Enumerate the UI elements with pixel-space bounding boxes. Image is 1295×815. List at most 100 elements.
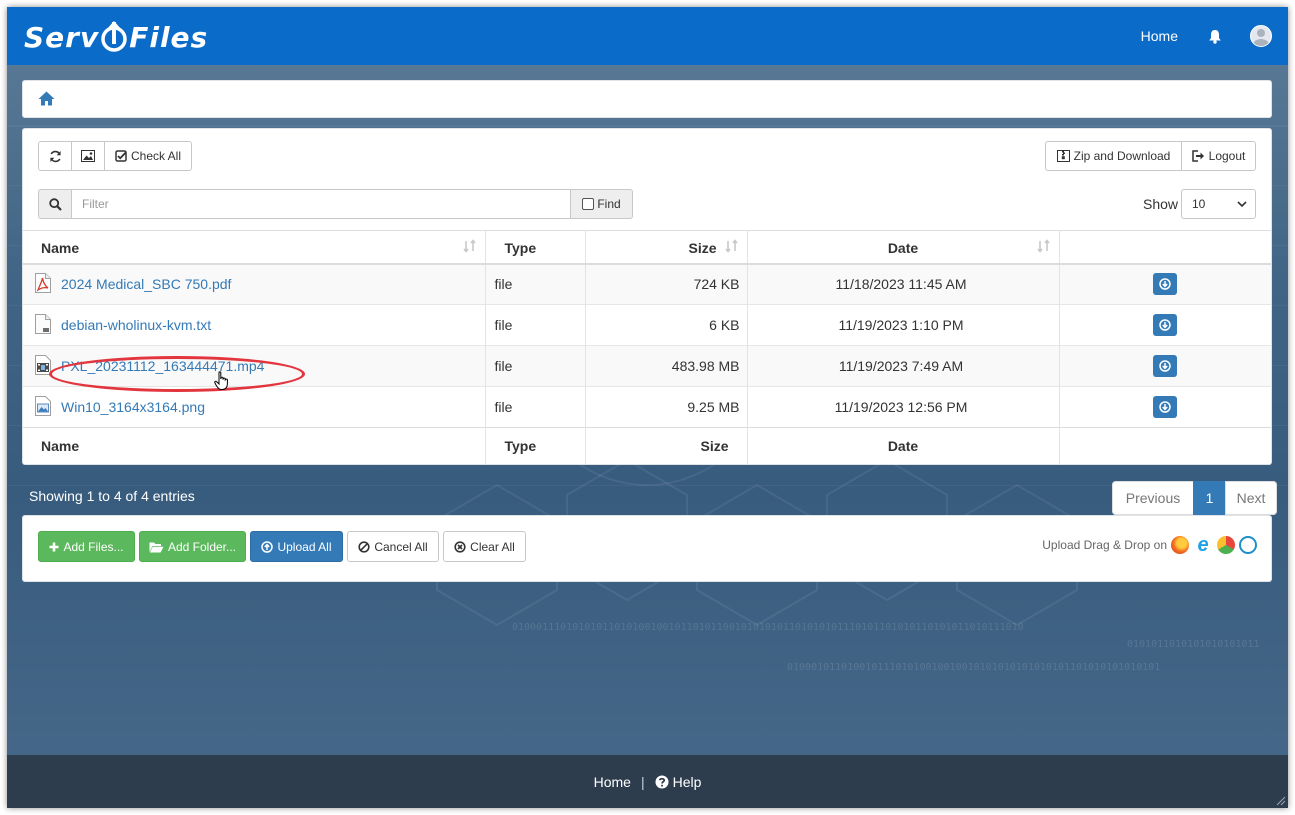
file-date-cell: 11/18/2023 11:45 AM (747, 263, 1060, 305)
date-header-label: Date (887, 240, 919, 257)
size-header-label: Size (688, 240, 717, 257)
sort-icon (1036, 239, 1050, 253)
add-files-label: Add Files... (63, 539, 124, 554)
column-header-actions (1059, 230, 1271, 265)
show-label: Show (1143, 196, 1179, 212)
file-link[interactable]: Win10_3164x3164.png (61, 399, 205, 415)
file-link[interactable]: 2024 Medical_SBC 750.pdf (61, 276, 231, 292)
upload-all-button[interactable]: Upload All (250, 531, 343, 562)
checkbox-checked-icon (115, 150, 127, 162)
svg-text:0101011010101010101011: 0101011010101010101011 (1127, 639, 1259, 650)
table-footer-row: Name Type Size Date (23, 427, 1271, 465)
download-button[interactable] (1153, 314, 1178, 336)
logo-text-right: Files (129, 20, 209, 54)
close-circle-icon (454, 540, 466, 553)
download-cell (1059, 345, 1271, 387)
check-all-button[interactable]: Check All (104, 141, 192, 171)
download-icon (1159, 360, 1171, 372)
column-header-date[interactable]: Date (747, 230, 1060, 265)
chevron-down-icon (1237, 201, 1247, 208)
column-header-size[interactable]: Size (585, 230, 748, 265)
zip-archive-icon (1056, 150, 1070, 162)
page-size-select[interactable]: 10 (1181, 189, 1256, 219)
download-icon (1159, 401, 1171, 413)
next-page-button[interactable]: Next (1225, 481, 1277, 515)
name-header-label: Name (41, 240, 80, 257)
page-1-button[interactable]: 1 (1193, 481, 1226, 515)
find-checkbox-icon (582, 198, 595, 210)
bell-icon[interactable] (1208, 29, 1222, 44)
question-circle-icon (655, 775, 669, 788)
page-footer: Home | Help (7, 755, 1288, 808)
table-header-row: Name Type Size Date (23, 230, 1271, 265)
logout-label: Logout (1208, 149, 1246, 163)
drag-drop-label: Upload Drag & Drop on (1042, 538, 1167, 552)
download-button[interactable] (1153, 273, 1178, 296)
nav-home-link[interactable]: Home (1141, 28, 1178, 44)
footer-header-size: Size (585, 427, 748, 465)
cancel-all-label: Cancel All (374, 539, 428, 554)
image-file-icon (35, 395, 51, 419)
user-avatar-icon[interactable] (1250, 25, 1272, 47)
refresh-icon (49, 150, 61, 162)
column-header-name[interactable]: Name (23, 230, 486, 265)
footer-separator: | (640, 773, 645, 790)
table-row: PXL_20231112_163444471.mp4 file 483.98 M… (23, 345, 1271, 387)
sort-icon (462, 239, 476, 253)
footer-home-link[interactable]: Home (594, 774, 631, 790)
table-row: debian-wholinux-kvm.txt file 6 KB 11/19/… (23, 304, 1271, 346)
cancel-all-button[interactable]: Cancel All (347, 531, 439, 562)
file-table: Name Type Size Date 2024 Medical_SBC 750… (23, 230, 1271, 465)
footer-help-link[interactable]: Help (655, 774, 701, 790)
image-icon (81, 150, 95, 162)
pagination: Previous 1 Next (1112, 481, 1277, 515)
download-cell (1059, 304, 1271, 346)
footer-header-name: Name (23, 427, 486, 465)
home-icon[interactable] (38, 91, 55, 109)
folder-open-icon (149, 542, 164, 552)
add-files-button[interactable]: Add Files... (38, 531, 135, 562)
find-label: Find (597, 197, 621, 211)
file-type-cell: file (485, 345, 586, 387)
svg-text:010001110101010110101001001011: 0100011101010101101010010010110101100101… (512, 622, 1024, 633)
resize-grip-icon[interactable] (1274, 794, 1286, 806)
file-link[interactable]: PXL_20231112_163444471.mp4 (61, 358, 264, 374)
safari-icon (1239, 536, 1257, 554)
file-type-cell: file (485, 386, 586, 428)
file-size-cell: 483.98 MB (585, 345, 748, 387)
footer-header-date: Date (747, 427, 1060, 465)
logo-upload-arrow-icon (101, 20, 127, 52)
footer-header-type: Type (485, 427, 586, 465)
logout-button[interactable]: Logout (1181, 141, 1256, 171)
clear-all-button[interactable]: Clear All (443, 531, 526, 562)
download-button[interactable] (1153, 396, 1178, 418)
download-cell (1059, 263, 1271, 305)
page-size-value: 10 (1192, 197, 1206, 211)
table-row: Win10_3164x3164.png file 9.25 MB 11/19/2… (23, 386, 1271, 428)
file-date-cell: 11/19/2023 12:56 PM (747, 386, 1060, 428)
file-type-cell: file (485, 263, 586, 305)
footer-header-actions (1059, 427, 1271, 465)
video-file-icon (35, 354, 51, 378)
ban-icon (358, 540, 370, 553)
table-row: 2024 Medical_SBC 750.pdf file 724 KB 11/… (23, 263, 1271, 305)
column-header-type[interactable]: Type (485, 230, 586, 265)
thumbnail-view-button[interactable] (71, 141, 105, 171)
add-folder-label: Add Folder... (167, 539, 237, 554)
upload-panel: Add Files... Add Folder... Upload All Ca… (22, 515, 1272, 582)
top-navbar: Serv Files Home (7, 7, 1288, 65)
filter-input[interactable] (71, 189, 571, 219)
add-folder-button[interactable]: Add Folder... (139, 531, 246, 562)
file-date-cell: 11/19/2023 7:49 AM (747, 345, 1060, 387)
svg-text:010001011010010111010100100100: 0100010110100101110101001001001010101010… (787, 662, 1160, 673)
zip-and-download-button[interactable]: Zip and Download (1045, 141, 1182, 171)
servfiles-logo[interactable]: Serv Files (24, 20, 208, 54)
file-link[interactable]: debian-wholinux-kvm.txt (61, 317, 211, 333)
download-button[interactable] (1153, 355, 1178, 377)
refresh-button[interactable] (38, 141, 72, 171)
file-name-cell: 2024 Medical_SBC 750.pdf (23, 263, 486, 305)
app-window: 0100011101010101101010010010110101100101… (7, 7, 1288, 808)
find-button[interactable]: Find (570, 189, 633, 219)
text-file-icon (35, 313, 51, 337)
previous-page-button[interactable]: Previous (1112, 481, 1194, 515)
